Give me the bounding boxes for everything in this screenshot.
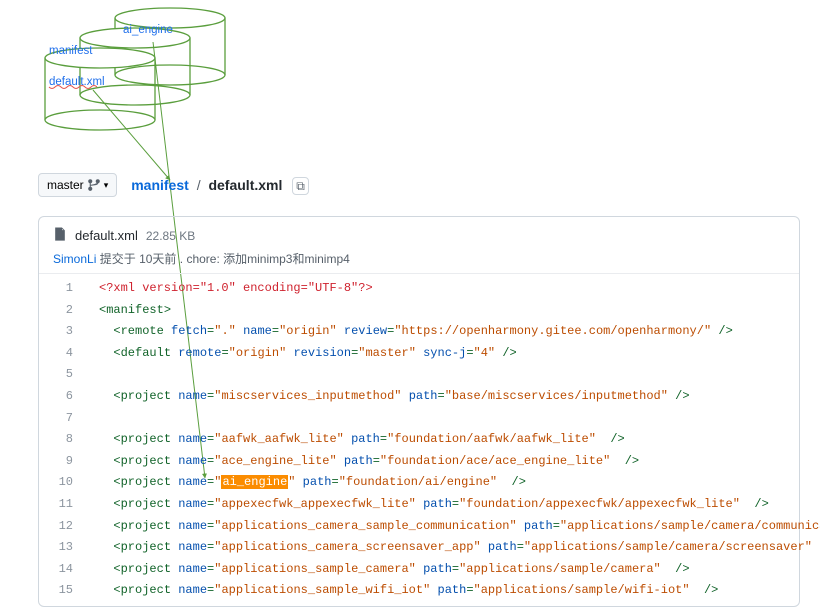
- line-content: <project name="applications_camera_scree…: [89, 537, 820, 559]
- file-name: default.xml: [75, 228, 138, 243]
- commit-time: 10天前: [139, 252, 176, 266]
- line-content: <project name="miscservices_inputmethod"…: [89, 386, 690, 408]
- line-content: <default remote="origin" revision="maste…: [89, 343, 517, 365]
- line-content: <project name="applications_sample_camer…: [89, 559, 690, 581]
- file-size: 22.85 KB: [146, 229, 195, 243]
- file-icon: [53, 227, 67, 244]
- line-content: [89, 408, 99, 430]
- code-line: 9 <project name="ace_engine_lite" path="…: [39, 451, 799, 473]
- line-number: 1: [39, 278, 89, 300]
- code-line: 8 <project name="aafwk_aafwk_lite" path=…: [39, 429, 799, 451]
- line-content: [89, 364, 99, 386]
- line-number: 4: [39, 343, 89, 365]
- line-number: 12: [39, 516, 89, 538]
- line-content: <project name="ai_engine" path="foundati…: [89, 472, 526, 494]
- line-number: 5: [39, 364, 89, 386]
- code-line: 11 <project name="appexecfwk_appexecfwk_…: [39, 494, 799, 516]
- line-number: 2: [39, 300, 89, 322]
- code-line: 4 <default remote="origin" revision="mas…: [39, 343, 799, 365]
- line-content: <project name="aafwk_aafwk_lite" path="f…: [89, 429, 625, 451]
- branch-selector[interactable]: master ▾: [38, 173, 117, 197]
- breadcrumb: manifest / default.xml ⧉: [131, 177, 309, 194]
- line-content: <project name="appexecfwk_appexecfwk_lit…: [89, 494, 769, 516]
- line-number: 10: [39, 472, 89, 494]
- code-line: 13 <project name="applications_camera_sc…: [39, 537, 799, 559]
- code-line: 14 <project name="applications_sample_ca…: [39, 559, 799, 581]
- line-number: 14: [39, 559, 89, 581]
- code-line: 1<?xml version="1.0" encoding="UTF-8"?>: [39, 278, 799, 300]
- line-number: 8: [39, 429, 89, 451]
- line-number: 3: [39, 321, 89, 343]
- file-header: default.xml 22.85 KB SimonLi 提交于 10天前 . …: [39, 217, 799, 274]
- code-line: 7: [39, 408, 799, 430]
- line-number: 9: [39, 451, 89, 473]
- line-number: 11: [39, 494, 89, 516]
- code-area: 1<?xml version="1.0" encoding="UTF-8"?>2…: [39, 274, 799, 606]
- line-content: <project name="ace_engine_lite" path="fo…: [89, 451, 639, 473]
- breadcrumb-root[interactable]: manifest: [131, 177, 189, 193]
- code-line: 10 <project name="ai_engine" path="found…: [39, 472, 799, 494]
- branch-label: master: [47, 178, 84, 192]
- line-content: <remote fetch="." name="origin" review="…: [89, 321, 733, 343]
- code-line: 3 <remote fetch="." name="origin" review…: [39, 321, 799, 343]
- line-content: <project name="applications_camera_sampl…: [89, 516, 820, 538]
- commit-author[interactable]: SimonLi: [53, 252, 96, 266]
- line-content: <?xml version="1.0" encoding="UTF-8"?>: [89, 278, 373, 300]
- copy-path-icon[interactable]: ⧉: [292, 177, 309, 195]
- breadcrumb-separator: /: [197, 177, 201, 193]
- file-commit-info: SimonLi 提交于 10天前 . chore: 添加minimp3和mini…: [53, 244, 785, 267]
- line-content: <project name="applications_sample_wifi_…: [89, 580, 718, 602]
- file-box: default.xml 22.85 KB SimonLi 提交于 10天前 . …: [38, 216, 800, 607]
- branch-icon: [88, 179, 100, 191]
- line-content: <manifest>: [89, 300, 171, 322]
- line-number: 7: [39, 408, 89, 430]
- caret-down-icon: ▾: [104, 180, 109, 191]
- line-number: 15: [39, 580, 89, 602]
- cylinder-label-manifest: manifest: [49, 45, 93, 57]
- code-line: 12 <project name="applications_camera_sa…: [39, 516, 799, 538]
- code-line: 6 <project name="miscservices_inputmetho…: [39, 386, 799, 408]
- commit-message: chore: 添加minimp3和minimp4: [186, 252, 349, 266]
- cylinder-label-ai: ai_engine: [123, 24, 173, 36]
- line-number: 13: [39, 537, 89, 559]
- diagram-area: ai_engine manifest default.xml: [35, 0, 255, 150]
- breadcrumb-row: master ▾ manifest / default.xml ⧉: [38, 173, 309, 197]
- line-number: 6: [39, 386, 89, 408]
- code-line: 5: [39, 364, 799, 386]
- code-line: 2<manifest>: [39, 300, 799, 322]
- breadcrumb-current: default.xml: [208, 177, 282, 193]
- commit-prefix: 提交于: [100, 252, 136, 266]
- code-line: 15 <project name="applications_sample_wi…: [39, 580, 799, 602]
